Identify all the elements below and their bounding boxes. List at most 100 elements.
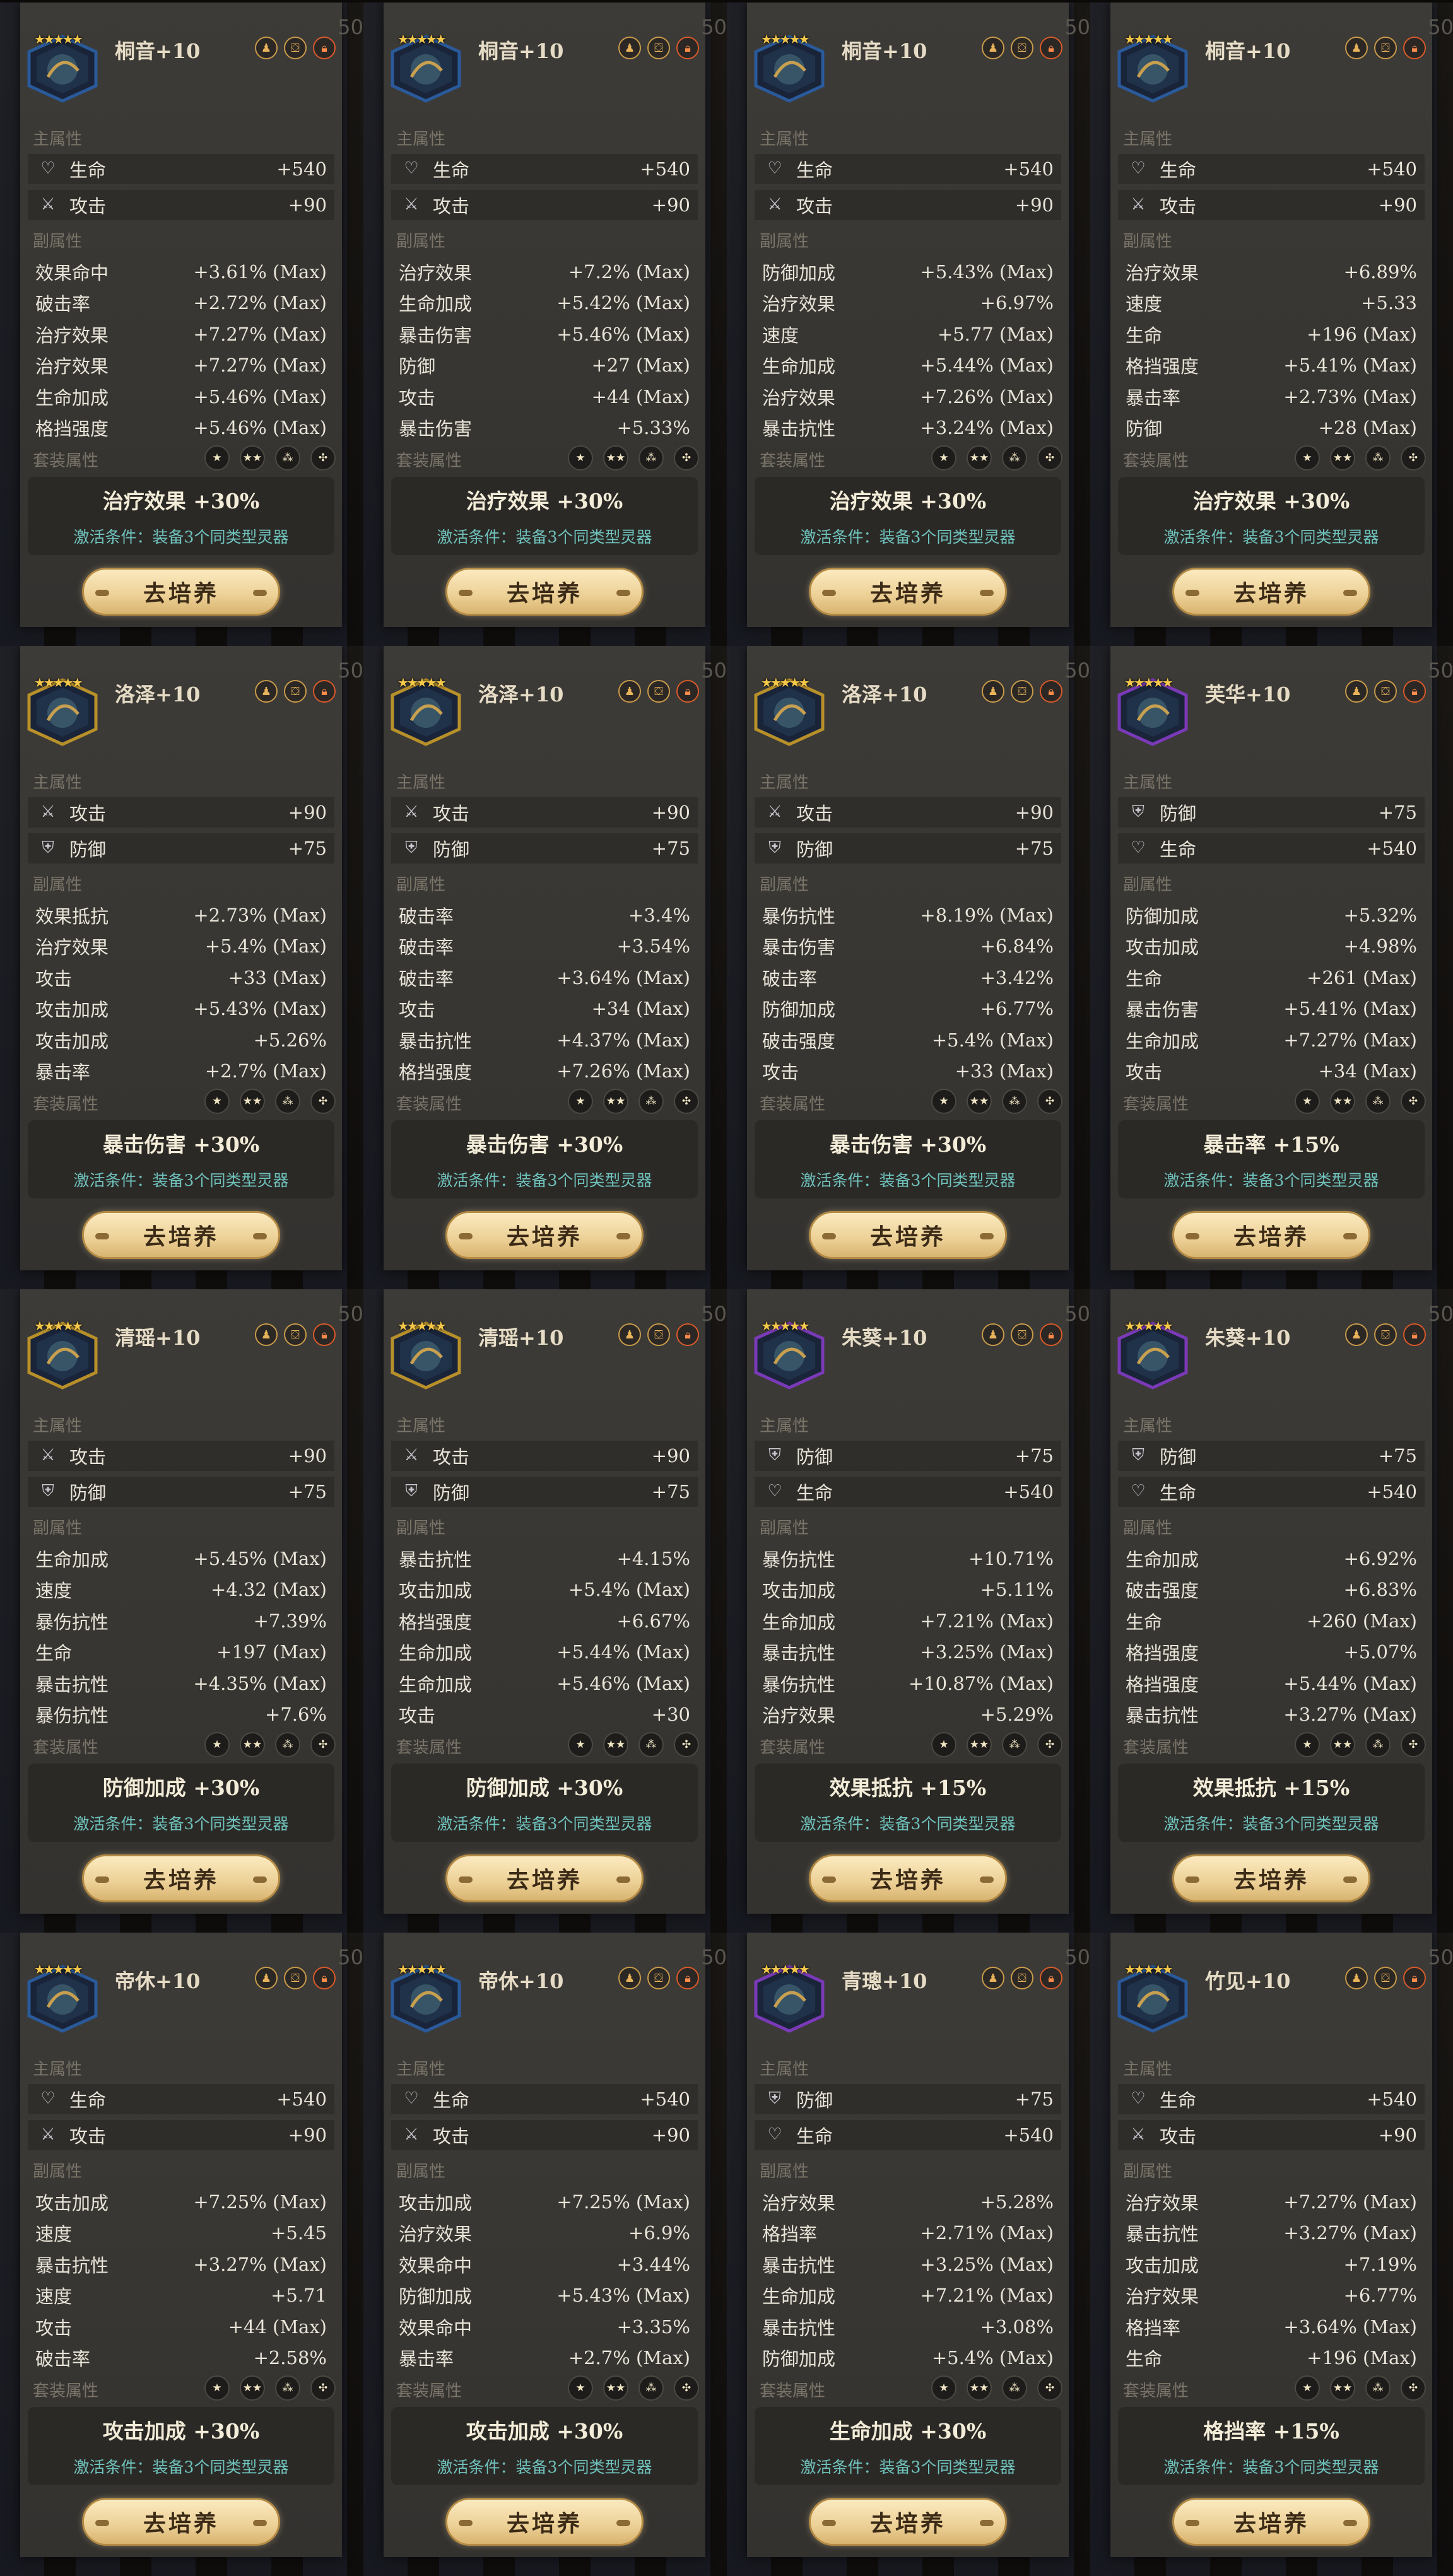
set-tier-1-icon[interactable]: ★	[568, 1732, 593, 1757]
compare-icon[interactable]: ⛋	[284, 680, 307, 703]
compare-icon[interactable]: ⛋	[284, 1323, 307, 1346]
compare-icon[interactable]: ⛋	[1011, 1323, 1033, 1346]
set-tier-3-icon[interactable]: ⁂	[275, 2375, 300, 2401]
set-tier-1-icon[interactable]: ★	[931, 2375, 956, 2401]
lock-icon[interactable]: 🔒︎	[1040, 1323, 1062, 1346]
equip-icon[interactable]: ♟	[618, 1967, 641, 1989]
set-tier-2-icon[interactable]: ★★	[967, 2375, 992, 2401]
set-tier-1-icon[interactable]: ★	[204, 2375, 230, 2401]
set-tier-2-icon[interactable]: ★★	[967, 1089, 992, 1114]
set-tier-3-icon[interactable]: ⁂	[638, 445, 664, 471]
set-tier-2-icon[interactable]: ★★	[1330, 1732, 1355, 1757]
set-tier-3-icon[interactable]: ⁂	[1365, 1732, 1391, 1757]
compare-icon[interactable]: ⛋	[284, 1967, 307, 1989]
lock-icon[interactable]: 🔒︎	[676, 37, 699, 59]
lock-icon[interactable]: 🔒︎	[1403, 1323, 1426, 1346]
equip-icon[interactable]: ♟	[618, 680, 641, 703]
set-tier-4-icon[interactable]: ✣	[310, 445, 336, 471]
compare-icon[interactable]: ⛋	[1011, 37, 1033, 59]
set-tier-1-icon[interactable]: ★	[204, 1732, 230, 1757]
compare-icon[interactable]: ⛋	[647, 1967, 670, 1989]
lock-icon[interactable]: 🔒︎	[1403, 680, 1426, 703]
equip-icon[interactable]: ♟	[255, 680, 278, 703]
set-tier-3-icon[interactable]: ⁂	[1002, 1089, 1027, 1114]
equip-icon[interactable]: ♟	[255, 37, 278, 59]
set-tier-1-icon[interactable]: ★	[1295, 2375, 1320, 2401]
equip-icon[interactable]: ♟	[255, 1323, 278, 1346]
set-tier-1-icon[interactable]: ★	[204, 1089, 230, 1114]
equip-icon[interactable]: ♟	[982, 1967, 1004, 1989]
equip-icon[interactable]: ♟	[618, 37, 641, 59]
compare-icon[interactable]: ⛋	[1011, 680, 1033, 703]
set-tier-3-icon[interactable]: ⁂	[1002, 2375, 1027, 2401]
set-tier-1-icon[interactable]: ★	[568, 445, 593, 471]
lock-icon[interactable]: 🔒︎	[313, 1323, 336, 1346]
cultivate-button[interactable]: 去培养	[1172, 568, 1370, 616]
cultivate-button[interactable]: 去培养	[445, 568, 644, 616]
set-tier-4-icon[interactable]: ✣	[310, 1089, 336, 1114]
set-tier-3-icon[interactable]: ⁂	[1365, 2375, 1391, 2401]
lock-icon[interactable]: 🔒︎	[313, 680, 336, 703]
set-tier-2-icon[interactable]: ★★	[240, 2375, 265, 2401]
set-tier-3-icon[interactable]: ⁂	[638, 2375, 664, 2401]
equip-icon[interactable]: ♟	[982, 37, 1004, 59]
set-tier-1-icon[interactable]: ★	[931, 445, 956, 471]
set-tier-3-icon[interactable]: ⁂	[638, 1089, 664, 1114]
set-tier-3-icon[interactable]: ⁂	[1002, 1732, 1027, 1757]
lock-icon[interactable]: 🔒︎	[1040, 680, 1062, 703]
set-tier-3-icon[interactable]: ⁂	[275, 445, 300, 471]
set-tier-1-icon[interactable]: ★	[568, 2375, 593, 2401]
set-tier-1-icon[interactable]: ★	[568, 1089, 593, 1114]
equip-icon[interactable]: ♟	[618, 1323, 641, 1346]
set-tier-4-icon[interactable]: ✣	[1401, 2375, 1426, 2401]
set-tier-4-icon[interactable]: ✣	[1037, 1732, 1062, 1757]
compare-icon[interactable]: ⛋	[1011, 1967, 1033, 1989]
set-tier-1-icon[interactable]: ★	[1295, 1732, 1320, 1757]
cultivate-button[interactable]: 去培养	[1172, 2498, 1370, 2546]
set-tier-2-icon[interactable]: ★★	[967, 445, 992, 471]
set-tier-4-icon[interactable]: ✣	[1037, 445, 1062, 471]
compare-icon[interactable]: ⛋	[647, 1323, 670, 1346]
set-tier-3-icon[interactable]: ⁂	[1002, 445, 1027, 471]
set-tier-3-icon[interactable]: ⁂	[275, 1089, 300, 1114]
equip-icon[interactable]: ♟	[1345, 1323, 1368, 1346]
lock-icon[interactable]: 🔒︎	[676, 680, 699, 703]
compare-icon[interactable]: ⛋	[1374, 1323, 1397, 1346]
cultivate-button[interactable]: 去培养	[82, 1211, 280, 1259]
equip-icon[interactable]: ♟	[982, 680, 1004, 703]
set-tier-2-icon[interactable]: ★★	[240, 1089, 265, 1114]
set-tier-2-icon[interactable]: ★★	[240, 1732, 265, 1757]
equip-icon[interactable]: ♟	[1345, 1967, 1368, 1989]
cultivate-button[interactable]: 去培养	[1172, 1211, 1370, 1259]
set-tier-1-icon[interactable]: ★	[1295, 445, 1320, 471]
lock-icon[interactable]: 🔒︎	[676, 1323, 699, 1346]
set-tier-4-icon[interactable]: ✣	[1401, 1732, 1426, 1757]
set-tier-2-icon[interactable]: ★★	[1330, 1089, 1355, 1114]
set-tier-4-icon[interactable]: ✣	[674, 1732, 699, 1757]
lock-icon[interactable]: 🔒︎	[1403, 37, 1426, 59]
cultivate-button[interactable]: 去培养	[82, 568, 280, 616]
compare-icon[interactable]: ⛋	[1374, 37, 1397, 59]
cultivate-button[interactable]: 去培养	[82, 1854, 280, 1902]
cultivate-button[interactable]: 去培养	[809, 568, 1007, 616]
set-tier-4-icon[interactable]: ✣	[674, 2375, 699, 2401]
set-tier-3-icon[interactable]: ⁂	[1365, 445, 1391, 471]
set-tier-2-icon[interactable]: ★★	[1330, 2375, 1355, 2401]
set-tier-1-icon[interactable]: ★	[931, 1732, 956, 1757]
lock-icon[interactable]: 🔒︎	[1040, 37, 1062, 59]
set-tier-2-icon[interactable]: ★★	[603, 2375, 628, 2401]
cultivate-button[interactable]: 去培养	[809, 1854, 1007, 1902]
compare-icon[interactable]: ⛋	[1374, 680, 1397, 703]
equip-icon[interactable]: ♟	[982, 1323, 1004, 1346]
compare-icon[interactable]: ⛋	[647, 37, 670, 59]
set-tier-4-icon[interactable]: ✣	[1037, 2375, 1062, 2401]
lock-icon[interactable]: 🔒︎	[313, 37, 336, 59]
set-tier-2-icon[interactable]: ★★	[603, 445, 628, 471]
lock-icon[interactable]: 🔒︎	[1040, 1967, 1062, 1989]
equip-icon[interactable]: ♟	[255, 1967, 278, 1989]
cultivate-button[interactable]: 去培养	[809, 2498, 1007, 2546]
set-tier-1-icon[interactable]: ★	[931, 1089, 956, 1114]
cultivate-button[interactable]: 去培养	[1172, 1854, 1370, 1902]
set-tier-1-icon[interactable]: ★	[204, 445, 230, 471]
set-tier-2-icon[interactable]: ★★	[967, 1732, 992, 1757]
